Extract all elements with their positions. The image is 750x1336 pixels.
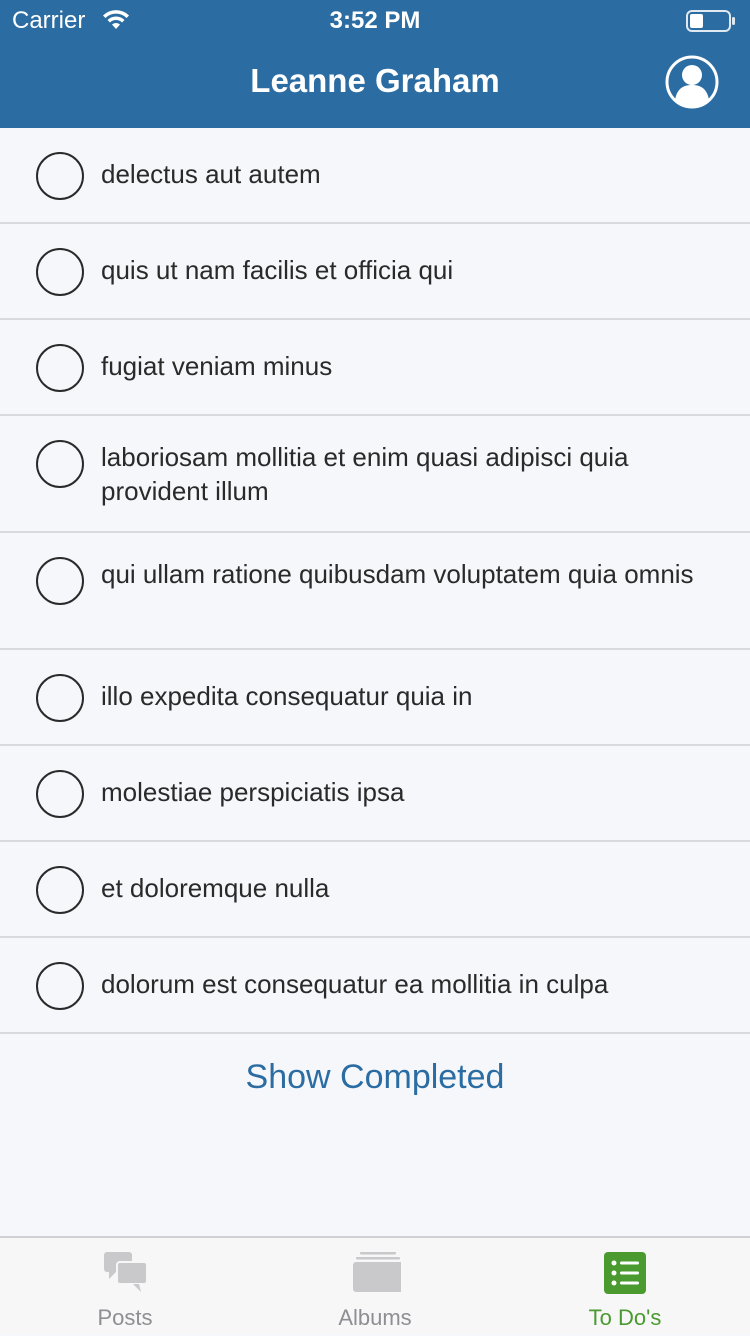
- todo-title: molestiae perspiciatis ipsa: [101, 777, 405, 807]
- todo-item[interactable]: molestiae perspiciatis ipsa: [0, 746, 750, 842]
- todo-title: dolorum est consequatur ea mollitia in c…: [101, 969, 609, 999]
- todo-title: delectus aut autem: [101, 159, 321, 189]
- todo-checkbox[interactable]: [36, 962, 84, 1010]
- todo-checkbox[interactable]: [36, 152, 84, 200]
- tab-label: To Do's: [588, 1305, 662, 1330]
- todo-item[interactable]: laboriosam mollitia et enim quasi adipis…: [0, 416, 750, 533]
- page-title: Leanne Graham: [250, 62, 500, 99]
- todo-title: fugiat veniam minus: [101, 351, 333, 381]
- todo-item[interactable]: dolorum est consequatur ea mollitia in c…: [0, 938, 750, 1034]
- todo-list: delectus aut autem quis ut nam facilis e…: [0, 128, 750, 1034]
- todo-checkbox[interactable]: [36, 674, 84, 722]
- todo-item[interactable]: qui ullam ratione quibusdam voluptatem q…: [0, 533, 750, 650]
- todo-item[interactable]: et doloremque nulla: [0, 842, 750, 938]
- todo-checkbox[interactable]: [36, 770, 84, 818]
- chat-bubbles-icon: [104, 1252, 148, 1292]
- tab-albums[interactable]: Albums: [250, 1238, 500, 1336]
- todo-title: quis ut nam facilis et officia qui: [101, 255, 454, 285]
- todo-checkbox[interactable]: [36, 248, 84, 296]
- album-stack-icon: [353, 1252, 401, 1292]
- todo-checkbox[interactable]: [36, 344, 84, 392]
- todo-checkbox[interactable]: [36, 557, 84, 605]
- tab-label: Posts: [97, 1305, 153, 1330]
- todo-checkbox[interactable]: [36, 866, 84, 914]
- todo-item[interactable]: quis ut nam facilis et officia qui: [0, 224, 750, 320]
- todo-title: qui ullam ratione quibusdam voluptatem q…: [101, 559, 694, 589]
- todo-checkbox[interactable]: [36, 440, 84, 488]
- tab-posts[interactable]: Posts: [0, 1238, 250, 1336]
- tab-bar: Posts Albums To Do's: [0, 1236, 750, 1334]
- todo-title: laboriosam mollitia et enim quasi adipis…: [101, 442, 629, 506]
- show-completed-button[interactable]: Show Completed: [0, 1058, 750, 1097]
- tab-label: Albums: [338, 1305, 412, 1330]
- battery-icon: [686, 10, 735, 32]
- todo-title: et doloremque nulla: [101, 873, 330, 903]
- navigation-header: Carrier 3:52 PM Leanne Graham: [0, 0, 750, 128]
- todo-item[interactable]: delectus aut autem: [0, 128, 750, 224]
- status-bar: Carrier 3:52 PM: [0, 0, 750, 40]
- checklist-icon: [604, 1252, 646, 1294]
- todo-item[interactable]: illo expedita consequatur quia in: [0, 650, 750, 746]
- tab-todos[interactable]: To Do's: [500, 1238, 750, 1336]
- todo-title: illo expedita consequatur quia in: [101, 681, 473, 711]
- clock: 3:52 PM: [329, 7, 421, 34]
- todo-item[interactable]: fugiat veniam minus: [0, 320, 750, 416]
- user-circle-icon[interactable]: [664, 54, 720, 110]
